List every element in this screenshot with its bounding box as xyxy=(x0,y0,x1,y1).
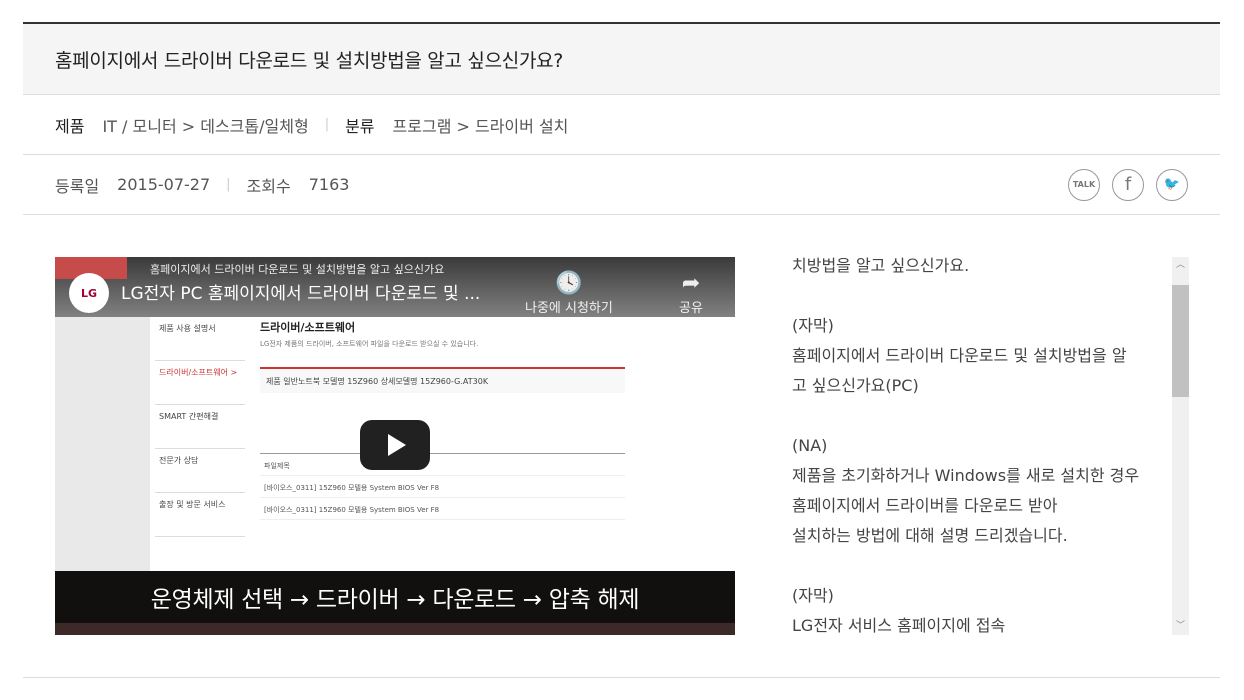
video-caption: 운영체제 선택 → 드라이버 → 다운로드 → 압축 해제 xyxy=(55,571,735,623)
divider: | xyxy=(226,177,231,192)
share-video-label: 공유 xyxy=(679,301,703,316)
faq-article: 홈페이지에서 드라이버 다운로드 및 설치방법을 알고 싶으신가요? 제품 IT… xyxy=(23,22,1220,678)
kakaotalk-share-button[interactable]: TALK xyxy=(1068,168,1100,201)
video-player[interactable]: 제품 사용 설명서 드라이버/소프트웨어 > SMART 간편해결 전문가 상담… xyxy=(55,257,735,635)
scroll-down-icon[interactable]: ﹀ xyxy=(1172,618,1189,635)
views-value: 7163 xyxy=(308,175,350,194)
video-frame-page: 제품 사용 설명서 드라이버/소프트웨어 > SMART 간편해결 전문가 상담… xyxy=(150,317,735,571)
frame-row: 파일제목 xyxy=(260,454,625,476)
frame-side-item: 제품 사용 설명서 xyxy=(155,317,245,361)
frame-side-item: 전문가 상담 xyxy=(155,449,245,493)
product-path: IT / 모니터 > 데스크톱/일체형 xyxy=(102,116,309,136)
twitter-share-button[interactable]: 🐦 xyxy=(1156,168,1188,201)
category-row: 제품 IT / 모니터 > 데스크톱/일체형 | 분류 프로그램 > 드라이버 … xyxy=(23,95,1220,155)
class-path: 프로그램 > 드라이버 설치 xyxy=(392,116,569,136)
frame-info-row: 제품 일반노트북 모델명 15Z960 상세모델명 15Z960-G.AT30K xyxy=(260,367,625,393)
article-header: 홈페이지에서 드라이버 다운로드 및 설치방법을 알고 싶으신가요? xyxy=(23,22,1220,95)
share-arrow-icon: ➦ xyxy=(681,271,701,296)
divider: | xyxy=(324,117,330,132)
class-label: 분류 xyxy=(345,116,375,136)
product-label: 제품 xyxy=(55,116,85,136)
watch-later-button[interactable]: 🕓 나중에 시청하기 xyxy=(525,271,613,316)
frame-row: [바이오스_0311] 15Z960 모텔용 System BIOS Ver F… xyxy=(260,498,625,520)
facebook-share-button[interactable]: f xyxy=(1112,168,1144,201)
frame-table: 파일제목 [바이오스_0311] 15Z960 모텔용 System BIOS … xyxy=(260,453,625,520)
share-video-button[interactable]: ➦ 공유 xyxy=(679,271,703,316)
date-label: 등록일 xyxy=(55,176,100,196)
video-frame-heading: 홈페이지에서 드라이버 다운로드 및 설치방법을 알고 싶으신가요 xyxy=(150,263,445,276)
video-frame-main: 드라이버/소프트웨어 LG전자 제품의 드라이버, 소프트웨어 파일을 다운로드… xyxy=(260,317,625,520)
scroll-up-icon[interactable]: ︿ xyxy=(1172,257,1189,274)
info-row: 등록일 2015-07-27 | 조회수 7163 TALK f 🐦 xyxy=(23,155,1220,215)
transcript-text: 치방법을 알고 싶으신가요. (자막) 홈페이지에서 드라이버 다운로드 및 설… xyxy=(792,256,1140,635)
channel-logo[interactable]: LG xyxy=(69,273,109,313)
facebook-icon: f xyxy=(1124,174,1132,195)
transcript-panel[interactable]: 치방법을 알고 싶으신가요. (자막) 홈페이지에서 드라이버 다운로드 및 설… xyxy=(792,251,1172,635)
frame-side-item: 드라이버/소프트웨어 > xyxy=(155,361,245,405)
video-title[interactable]: LG전자 PC 홈페이지에서 드라이버 다운로드 및 ... xyxy=(121,279,480,304)
play-icon xyxy=(388,434,406,456)
clock-icon: 🕓 xyxy=(555,271,583,296)
scrollbar-thumb[interactable] xyxy=(1172,285,1189,397)
frame-desc: LG전자 제품의 드라이버, 소프트웨어 파일을 다운로드 받으실 수 있습니다… xyxy=(260,340,479,348)
transcript-scrollbar[interactable]: ︿ ﹀ xyxy=(1172,257,1189,635)
content-area: 제품 사용 설명서 드라이버/소프트웨어 > SMART 간편해결 전문가 상담… xyxy=(23,215,1220,678)
frame-row: [바이오스_0311] 15Z960 모텔용 System BIOS Ver F… xyxy=(260,476,625,498)
twitter-icon: 🐦 xyxy=(1163,177,1181,192)
page-title: 홈페이지에서 드라이버 다운로드 및 설치방법을 알고 싶으신가요? xyxy=(55,49,564,72)
date-value: 2015-07-27 xyxy=(117,175,211,194)
share-buttons: TALK f 🐦 xyxy=(1068,168,1188,201)
frame-side-item: SMART 간편해결 xyxy=(155,405,245,449)
views-label: 조회수 xyxy=(246,176,291,196)
frame-heading: 드라이버/소프트웨어 xyxy=(260,321,356,334)
lg-logo-icon: LG xyxy=(80,286,98,300)
video-frame-sidebar: 제품 사용 설명서 드라이버/소프트웨어 > SMART 간편해결 전문가 상담… xyxy=(155,317,245,571)
kakaotalk-icon: TALK xyxy=(1072,180,1096,189)
frame-side-item: 출장 및 방문 서비스 xyxy=(155,493,245,537)
play-button[interactable] xyxy=(360,420,430,470)
watch-later-label: 나중에 시청하기 xyxy=(525,301,613,316)
